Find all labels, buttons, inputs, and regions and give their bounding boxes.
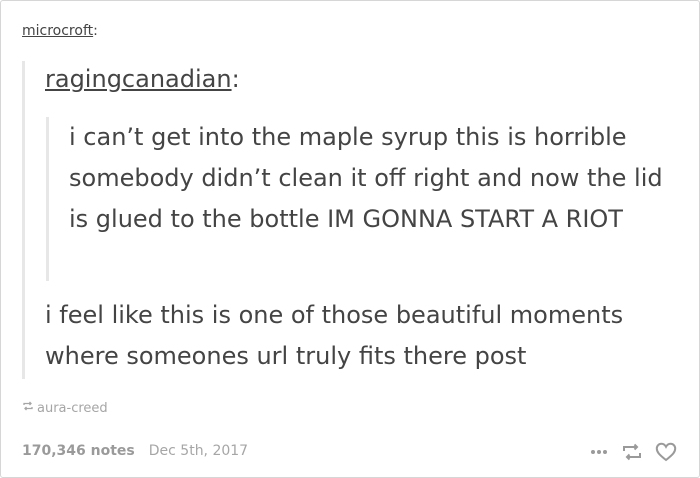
parent-colon: : (231, 65, 240, 93)
parent-username[interactable]: ragingcanadian (45, 65, 232, 93)
original-post-text: i can’t get into the maple syrup this is… (69, 123, 663, 233)
post-footer: 170,346 notes Dec 5th, 2017 (22, 443, 248, 459)
reblog-icon (22, 400, 37, 416)
reblogger-colon: : (93, 23, 98, 39)
notes-count[interactable]: 170,346 notes (22, 443, 135, 459)
parent-header: ragingcanadian: (45, 65, 240, 93)
more-icon[interactable] (589, 442, 609, 462)
reblog-header: microcroft: (22, 23, 98, 39)
reblogger-username[interactable]: microcroft (22, 23, 93, 39)
reply-text: i feel like this is one of those beautif… (45, 301, 624, 370)
source-username[interactable]: aura-creed (37, 401, 108, 416)
tumblr-post: microcroft: ragingcanadian: i can’t get … (0, 0, 700, 478)
original-quote: i can’t get into the maple syrup this is… (46, 117, 664, 281)
post-date[interactable]: Dec 5th, 2017 (149, 443, 248, 459)
reblog-quote: ragingcanadian: i can’t get into the map… (22, 61, 685, 379)
post-actions (589, 442, 677, 462)
reblog-button-icon[interactable] (621, 442, 643, 462)
source-attribution[interactable]: aura-creed (22, 400, 108, 416)
heart-icon[interactable] (655, 442, 677, 462)
